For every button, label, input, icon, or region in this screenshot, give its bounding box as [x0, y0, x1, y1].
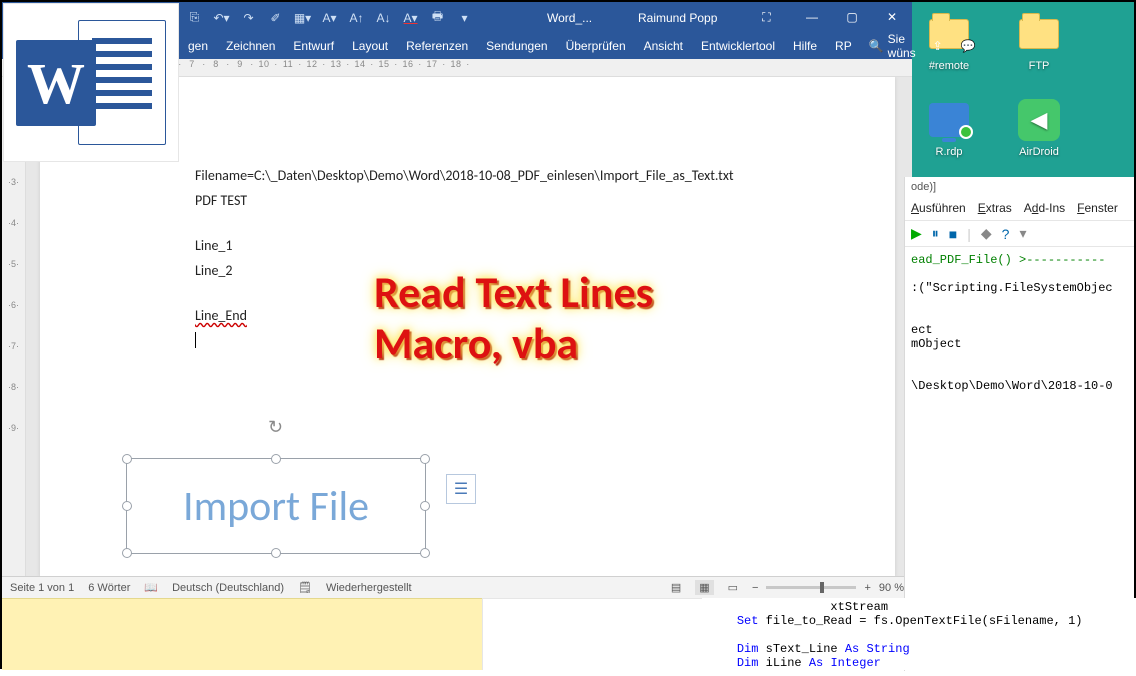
vba-editor: ode)] Ausführen Extras Add-Ins Fenster ▶…	[904, 177, 1134, 671]
resize-handle[interactable]	[420, 501, 430, 511]
desktop-icon-label: FTP	[1029, 60, 1050, 72]
tab-sendungen[interactable]: Sendungen	[477, 33, 556, 59]
font-grow-icon[interactable]: A↑	[348, 9, 365, 26]
font-shrink-icon[interactable]: A↓	[375, 9, 392, 26]
vbe-menubar: Ausführen Extras Add-Ins Fenster	[905, 199, 1134, 221]
fullscreen-icon[interactable]: ⛶	[750, 2, 783, 32]
desktop-icon-label: #remote	[929, 60, 969, 72]
close-button[interactable]: ✕	[872, 2, 912, 32]
resize-handle[interactable]	[420, 454, 430, 464]
run-icon[interactable]: ▶	[911, 225, 922, 242]
font-a-icon[interactable]: A▾	[321, 9, 338, 26]
design-icon[interactable]: ◆	[981, 225, 992, 242]
doc-line[interactable]: Filename=C:\_Daten\Desktop\Demo\Word\201…	[195, 167, 740, 184]
vbe-code-bottom[interactable]: xtStream Set file_to_Read = fs.OpenTextF…	[702, 598, 1136, 670]
status-words[interactable]: 6 Wörter	[88, 582, 130, 594]
search-icon: 🔍	[869, 39, 884, 53]
resize-handle[interactable]	[122, 501, 132, 511]
text-cursor	[195, 332, 740, 348]
break-icon[interactable]: ⏸	[932, 225, 939, 242]
desktop-area: #remote FTP R.rdp ◀ AirDroid	[909, 2, 1134, 177]
resize-handle[interactable]	[122, 454, 132, 464]
autosave-icon[interactable]: ⎘	[186, 9, 203, 26]
tab-hilfe[interactable]: Hilfe	[784, 33, 826, 59]
qat-customize-icon[interactable]: ▾	[456, 9, 473, 26]
resize-handle[interactable]	[420, 548, 430, 558]
desktop-icon-ftp[interactable]: FTP	[1007, 12, 1071, 72]
tab-zeichnen[interactable]: Zeichnen	[217, 33, 284, 59]
stop-icon[interactable]: ■	[949, 226, 957, 242]
resize-handle[interactable]	[271, 548, 281, 558]
user-name: Raimund Popp	[638, 11, 717, 25]
tab-ueberpruefen[interactable]: Überprüfen	[557, 33, 635, 59]
zoom-out-button[interactable]: −	[752, 582, 758, 594]
tab-einfugen[interactable]: gen	[179, 33, 217, 59]
desktop-icon-rdp[interactable]: R.rdp	[917, 98, 981, 158]
view-web-icon[interactable]: ▭	[728, 581, 738, 594]
tab-referenzen[interactable]: Referenzen	[397, 33, 477, 59]
word-logo: W	[3, 3, 179, 162]
doc-line[interactable]: PDF TEST	[195, 192, 740, 209]
layout-options-icon[interactable]: ☰	[446, 474, 476, 504]
tab-entwurf[interactable]: Entwurf	[284, 33, 343, 59]
doc-line[interactable]: Line_End	[195, 307, 740, 324]
zoom-percent[interactable]: 90 %	[879, 582, 904, 594]
status-page[interactable]: Seite 1 von 1	[10, 582, 74, 594]
maximize-button[interactable]: ▢	[832, 2, 872, 32]
word-logo-letter: W	[16, 40, 96, 126]
dropdown-icon[interactable]: ▾	[1019, 225, 1026, 242]
document-title: Word_...	[547, 11, 592, 25]
print-icon[interactable]: 🖶	[429, 9, 446, 26]
desktop-icon-label: AirDroid	[1019, 146, 1059, 158]
tab-rp[interactable]: RP	[826, 33, 861, 59]
tab-ansicht[interactable]: Ansicht	[635, 33, 692, 59]
status-language[interactable]: Deutsch (Deutschland)	[172, 582, 284, 594]
proofing-icon[interactable]: 📖	[144, 581, 158, 594]
textbox-text: Import File	[183, 481, 369, 532]
help-icon[interactable]: ?	[1002, 226, 1010, 242]
bottom-yellow-panel	[2, 598, 482, 670]
rotate-handle-icon[interactable]: ↻	[268, 417, 283, 438]
statusbar: Seite 1 von 1 6 Wörter 📖 Deutsch (Deutsc…	[2, 576, 912, 598]
vbe-menu-fenster[interactable]: Fenster	[1077, 201, 1118, 218]
vbe-menu-extras[interactable]: Extras	[978, 201, 1012, 218]
desktop-icon-airdroid[interactable]: ◀ AirDroid	[1007, 98, 1071, 158]
format-painter-icon[interactable]: ✐	[267, 9, 284, 26]
resize-handle[interactable]	[122, 548, 132, 558]
textbox-import-file[interactable]: Import File ↻	[126, 458, 426, 554]
resize-handle[interactable]	[271, 454, 281, 464]
table-icon[interactable]: ▦▾	[294, 9, 311, 26]
vbe-toolbar: ▶ ⏸ ■ | ◆ ? ▾	[905, 221, 1134, 247]
comments-icon[interactable]: 💬	[952, 33, 985, 59]
vbe-title-fragment: ode)]	[905, 177, 1134, 199]
share-icon[interactable]: ⇪	[924, 33, 952, 59]
doc-line[interactable]: Line_1	[195, 237, 740, 254]
zoom-slider[interactable]	[766, 586, 856, 589]
divider: |	[967, 226, 971, 242]
vbe-menu-addins[interactable]: Add-Ins	[1024, 201, 1065, 218]
font-color-icon[interactable]: A▾	[402, 9, 419, 26]
doc-line[interactable]: Line_2	[195, 262, 740, 279]
track-icon[interactable]: 🗒	[298, 581, 312, 594]
vbe-menu-ausfuehren[interactable]: Ausführen	[911, 201, 966, 218]
tell-me-search[interactable]: 🔍 Sie wüns	[861, 33, 924, 59]
minimize-button[interactable]: —	[792, 2, 832, 32]
view-print-icon[interactable]: ▦	[695, 580, 713, 595]
tab-entwicklertool[interactable]: Entwicklertool	[692, 33, 784, 59]
vbe-code-pane[interactable]: ead_PDF_File() >----------- :("Scripting…	[905, 247, 1134, 399]
tab-layout[interactable]: Layout	[343, 33, 397, 59]
status-saved: Wiederhergestellt	[326, 582, 412, 594]
redo-icon[interactable]: ↷	[240, 9, 257, 26]
undo-icon[interactable]: ↶▾	[213, 9, 230, 26]
desktop-icon-label: R.rdp	[936, 146, 963, 158]
zoom-in-button[interactable]: +	[864, 582, 870, 594]
tell-me-text: Sie wüns	[888, 32, 916, 60]
view-readmode-icon[interactable]: ▤	[671, 581, 681, 594]
